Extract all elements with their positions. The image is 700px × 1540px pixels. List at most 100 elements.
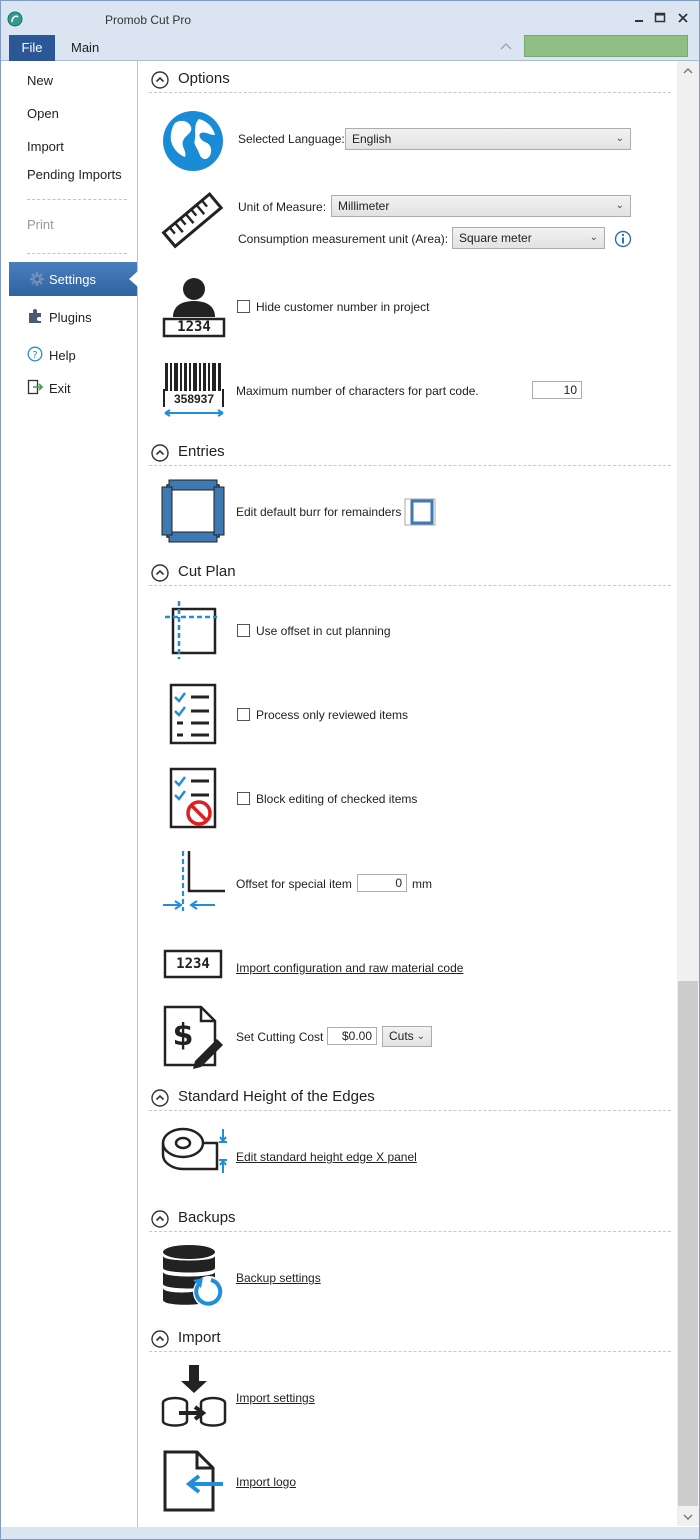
section-options-header: Options xyxy=(149,67,671,93)
chevron-down-icon: ⌄ xyxy=(589,232,598,243)
help-icon: ? xyxy=(27,346,43,362)
sidebar-item-open[interactable]: Open xyxy=(27,106,59,121)
chevron-down-icon: ⌄ xyxy=(615,200,624,211)
sidebar-item-label: Settings xyxy=(49,272,96,287)
section-title: Standard Height of the Edges xyxy=(178,1088,375,1105)
cost-unit-select[interactable]: Cuts ⌄ xyxy=(382,1026,432,1047)
database-backup-icon xyxy=(163,1245,225,1308)
cutting-cost-input[interactable]: $0.00 xyxy=(327,1027,377,1045)
section-cut-plan-header: Cut Plan xyxy=(149,560,671,586)
chevron-up-icon[interactable] xyxy=(151,564,169,582)
edit-edge-height-link[interactable]: Edit standard height edge X panel xyxy=(236,1150,417,1164)
language-value: English xyxy=(352,132,392,146)
block-editing-checkbox[interactable] xyxy=(237,792,250,805)
section-title: Entries xyxy=(178,443,225,460)
sidebar-item-help[interactable]: Help xyxy=(49,348,76,363)
section-title: Import xyxy=(178,1329,221,1346)
special-offset-unit: mm xyxy=(412,877,432,891)
sidebar-item-import[interactable]: Import xyxy=(27,139,64,154)
sidebar-item-settings[interactable]: Settings xyxy=(9,262,137,296)
collapse-ribbon-icon[interactable] xyxy=(498,39,514,53)
maximize-icon[interactable] xyxy=(652,10,668,26)
edge-tape-icon xyxy=(161,1127,227,1173)
scrollbar-thumb[interactable] xyxy=(678,981,698,1506)
exit-icon xyxy=(27,379,43,395)
use-offset-label: Use offset in cut planning xyxy=(256,624,391,638)
window-bottom-border xyxy=(1,1527,699,1539)
import-settings-link[interactable]: Import settings xyxy=(236,1391,315,1405)
hide-customer-checkbox[interactable] xyxy=(237,300,250,313)
unit-label: Unit of Measure: xyxy=(238,200,327,214)
minimize-icon[interactable] xyxy=(631,10,647,26)
puzzle-icon xyxy=(29,309,41,323)
sidebar-item-plugins[interactable]: Plugins xyxy=(49,310,92,325)
special-offset-input[interactable]: 0 xyxy=(357,874,407,892)
sidebar-item-exit[interactable]: Exit xyxy=(49,381,71,396)
section-title: Backups xyxy=(178,1209,236,1226)
section-edges-header: Standard Height of the Edges xyxy=(149,1085,671,1111)
chevron-up-icon[interactable] xyxy=(151,1210,169,1228)
scroll-down-icon[interactable] xyxy=(681,1511,695,1523)
checklist-icon xyxy=(169,683,217,745)
area-unit-select[interactable]: Square meter ⌄ xyxy=(452,227,605,249)
status-indicator xyxy=(524,35,688,57)
reviewed-only-label: Process only reviewed items xyxy=(256,708,409,722)
remainder-burr-icon xyxy=(161,479,225,543)
tab-file[interactable]: File xyxy=(9,35,55,61)
sidebar-item-pending-imports[interactable]: Pending Imports xyxy=(27,167,122,182)
block-checklist-icon xyxy=(169,767,217,829)
ruler-icon xyxy=(161,191,224,249)
reviewed-only-checkbox[interactable] xyxy=(237,708,250,721)
chevron-up-icon[interactable] xyxy=(151,444,169,462)
sidebar-item-print: Print xyxy=(27,217,54,232)
special-offset-icon xyxy=(163,851,225,911)
info-icon[interactable] xyxy=(614,230,632,248)
max-chars-label: Maximum number of characters for part co… xyxy=(236,384,479,398)
app-window: Promob Cut Pro File Main New Open Import… xyxy=(0,0,700,1540)
ribbon-tabs: File Main xyxy=(1,33,699,61)
close-icon[interactable] xyxy=(675,10,691,26)
cutting-cost-icon: $ xyxy=(163,1005,223,1069)
import-logo-link[interactable]: Import logo xyxy=(236,1475,296,1489)
section-title: Options xyxy=(178,70,230,87)
barcode-icon xyxy=(163,363,224,417)
cut-offset-icon xyxy=(165,601,217,659)
scroll-up-icon[interactable] xyxy=(681,65,695,77)
chevron-up-icon[interactable] xyxy=(151,71,169,89)
sidebar-divider xyxy=(27,253,127,254)
sidebar-divider xyxy=(27,199,127,200)
max-chars-input[interactable]: 10 xyxy=(532,381,582,399)
burr-label: Edit default burr for remainders xyxy=(236,505,402,519)
chevron-down-icon: ⌄ xyxy=(615,133,624,144)
sidebar-item-new[interactable]: New xyxy=(27,73,53,88)
language-label: Selected Language: xyxy=(238,132,345,146)
hide-customer-label: Hide customer number in project xyxy=(256,300,430,314)
unit-select[interactable]: Millimeter ⌄ xyxy=(331,195,631,217)
app-logo-icon xyxy=(7,11,23,27)
chevron-up-icon[interactable] xyxy=(151,1089,169,1107)
title-bar: Promob Cut Pro xyxy=(1,1,699,33)
sidebar-pointer-icon xyxy=(129,271,138,287)
import-settings-icon xyxy=(161,1365,227,1427)
gear-icon xyxy=(30,272,44,286)
customer-number-text: 1234 xyxy=(177,319,211,335)
code-badge-text: 1234 xyxy=(176,956,210,972)
section-import-header: Import xyxy=(149,1326,671,1352)
edit-burr-button[interactable] xyxy=(404,498,436,526)
chevron-down-icon: ⌄ xyxy=(416,1031,425,1042)
import-config-link[interactable]: Import configuration and raw material co… xyxy=(236,961,463,975)
svg-text:?: ? xyxy=(32,350,37,361)
backup-settings-link[interactable]: Backup settings xyxy=(236,1271,321,1285)
cutting-cost-label: Set Cutting Cost xyxy=(236,1030,324,1044)
barcode-number-text: 358937 xyxy=(173,392,215,406)
section-entries-header: Entries xyxy=(149,440,671,466)
tab-main[interactable]: Main xyxy=(71,40,99,55)
file-sidebar: New Open Import Pending Imports Print Se… xyxy=(1,61,138,1539)
use-offset-checkbox[interactable] xyxy=(237,624,250,637)
language-select[interactable]: English ⌄ xyxy=(345,128,631,150)
window-title: Promob Cut Pro xyxy=(105,13,192,27)
chevron-up-icon[interactable] xyxy=(151,1330,169,1348)
import-logo-icon xyxy=(163,1450,223,1512)
cost-unit-value: Cuts xyxy=(389,1029,414,1043)
section-title: Cut Plan xyxy=(178,563,236,580)
